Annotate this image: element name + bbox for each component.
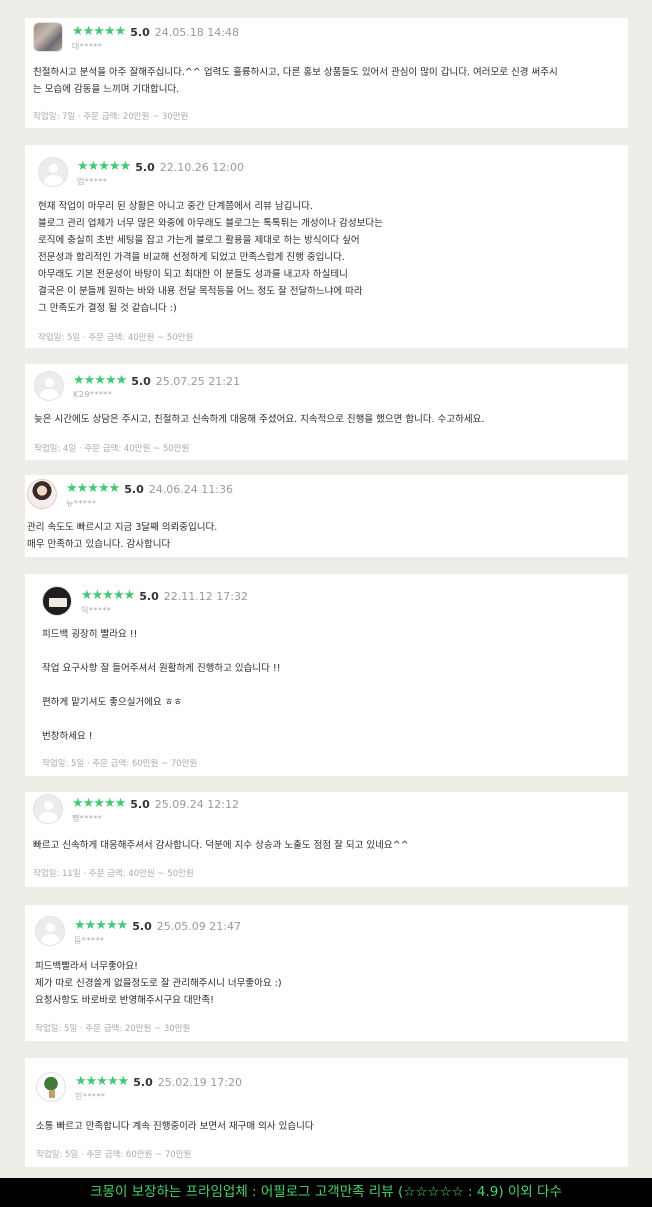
rating-stars: ★★★★★ [72, 24, 126, 39]
reviewer-name: 대***** [72, 42, 103, 51]
review-text: 관리 속도도 빠르시고 지금 3달째 의뢰중입니다. 매우 만족하고 있습니다.… [27, 522, 218, 550]
review-footer: 작업일: 7일 · 주문 금액: 20만원 ~ 30만원 [33, 112, 189, 122]
review-date: 24.05.18 14:48 [154, 25, 239, 39]
review-text: 피드백 굉장히 빨라요 !! 작업 요구사항 잘 들어주셔서 원활하게 진행하고… [42, 629, 281, 742]
rating-score: 5.0 [139, 589, 159, 603]
user-avatar [36, 1072, 66, 1102]
review-footer: 작업일: 5일 · 주문 금액: 60만원 ~ 70만원 [36, 1150, 192, 1160]
review-card: ★★★★★ 5.0 24.05.18 14:48 대***** 친절하시고 분석… [25, 18, 628, 128]
reviewer-name: 뉴***** [66, 499, 97, 508]
rating-stars: ★★★★★ [81, 588, 135, 603]
rating-score: 5.0 [132, 919, 152, 933]
review-text: 현재 작업이 마무리 된 상황은 아니고 중간 단계쯤에서 리뷰 남깁니다. 블… [38, 201, 383, 314]
review-card: ★★★★★ 5.0 25.02.19 17:20 민***** 소통 빠르고 만… [25, 1058, 628, 1167]
review-footer: 작업일: 5일 · 주문 금액: 20만원 ~ 30만원 [35, 1024, 191, 1034]
review-text: 피드백빨라서 너무좋아요! 제가 따로 신경쓸게 없을정도로 잘 관리해주시니 … [35, 961, 282, 1006]
user-avatar [38, 157, 68, 187]
reviewer-name: 업***** [77, 177, 108, 186]
review-date: 25.07.25 21:21 [155, 374, 240, 388]
review-footer: 작업일: 5일 · 주문 금액: 60만원 ~ 70만원 [42, 759, 198, 769]
review-card: ★★★★★ 5.0 25.07.25 21:21 K29***** 늦은 시간에… [25, 364, 628, 460]
user-avatar [42, 586, 72, 616]
user-avatar [33, 794, 63, 824]
rating-stars: ★★★★★ [73, 373, 127, 388]
rating-stars: ★★★★★ [77, 159, 131, 174]
review-date: 25.09.24 12:12 [154, 797, 239, 811]
review-text: 소통 빠르고 만족합니다 계속 진행중이라 보면서 재구매 의사 있습니다 [36, 1121, 314, 1132]
user-avatar [27, 479, 57, 509]
review-text: 친절하시고 분석을 아주 잘해주십니다.^^ 업력도 훌륭하시고, 다른 홍보 … [33, 67, 558, 95]
promo-banner: 크몽이 보장하는 프라임업체 : 어필로그 고객만족 리뷰 (☆☆☆☆☆ : 4… [0, 1178, 652, 1207]
review-text: 빠르고 신속하게 대응해주셔서 감사합니다. 덕분에 지수 상승과 노출도 점점… [33, 840, 409, 851]
rating-score: 5.0 [130, 797, 150, 811]
review-text: 늦은 시간에도 상담은 주시고, 친절하고 신속하게 대응해 주셨어요. 지속적… [34, 414, 485, 425]
user-avatar [35, 916, 65, 946]
rating-stars: ★★★★★ [75, 1074, 129, 1089]
review-card: ★★★★★ 5.0 25.09.24 12:12 쨍***** 빠르고 신속하게… [25, 792, 628, 887]
rating-stars: ★★★★★ [72, 796, 126, 811]
review-card: ★★★★★ 5.0 22.11.12 17:32 익***** 피드백 굉장히 … [25, 574, 628, 776]
user-avatar [33, 22, 63, 52]
review-date: 24.06.24 11:36 [148, 482, 233, 496]
review-footer: 작업일: 5일 · 주문 금액: 40만원 ~ 50만원 [38, 333, 194, 343]
review-footer: 작업일: 4일 · 주문 금액: 40만원 ~ 50만원 [34, 444, 190, 454]
reviewer-name: K29***** [73, 390, 113, 399]
rating-score: 5.0 [124, 482, 144, 496]
rating-score: 5.0 [131, 374, 151, 388]
review-date: 22.11.12 17:32 [163, 589, 248, 603]
review-date: 22.10.26 12:00 [159, 160, 244, 174]
reviewer-name: 익***** [81, 606, 112, 615]
review-date: 25.02.19 17:20 [157, 1075, 242, 1089]
reviewer-name: 듬***** [74, 936, 105, 945]
review-date: 25.05.09 21:47 [156, 919, 241, 933]
reviewer-name: 민***** [75, 1092, 106, 1101]
user-avatar [34, 371, 64, 401]
rating-score: 5.0 [135, 160, 155, 174]
reviewer-name: 쨍***** [72, 814, 103, 823]
rating-stars: ★★★★★ [66, 481, 120, 496]
review-card: ★★★★★ 5.0 22.10.26 12:00 업***** 현재 작업이 마… [25, 145, 628, 348]
rating-score: 5.0 [130, 25, 150, 39]
review-footer: 작업일: 11일 · 주문 금액: 40만원 ~ 50만원 [33, 869, 194, 879]
review-card: ★★★★★ 5.0 24.06.24 11:36 뉴***** 관리 속도도 빠… [25, 475, 628, 557]
rating-score: 5.0 [133, 1075, 153, 1089]
review-card: ★★★★★ 5.0 25.05.09 21:47 듬***** 피드백빨라서 너… [25, 905, 628, 1041]
rating-stars: ★★★★★ [74, 918, 128, 933]
